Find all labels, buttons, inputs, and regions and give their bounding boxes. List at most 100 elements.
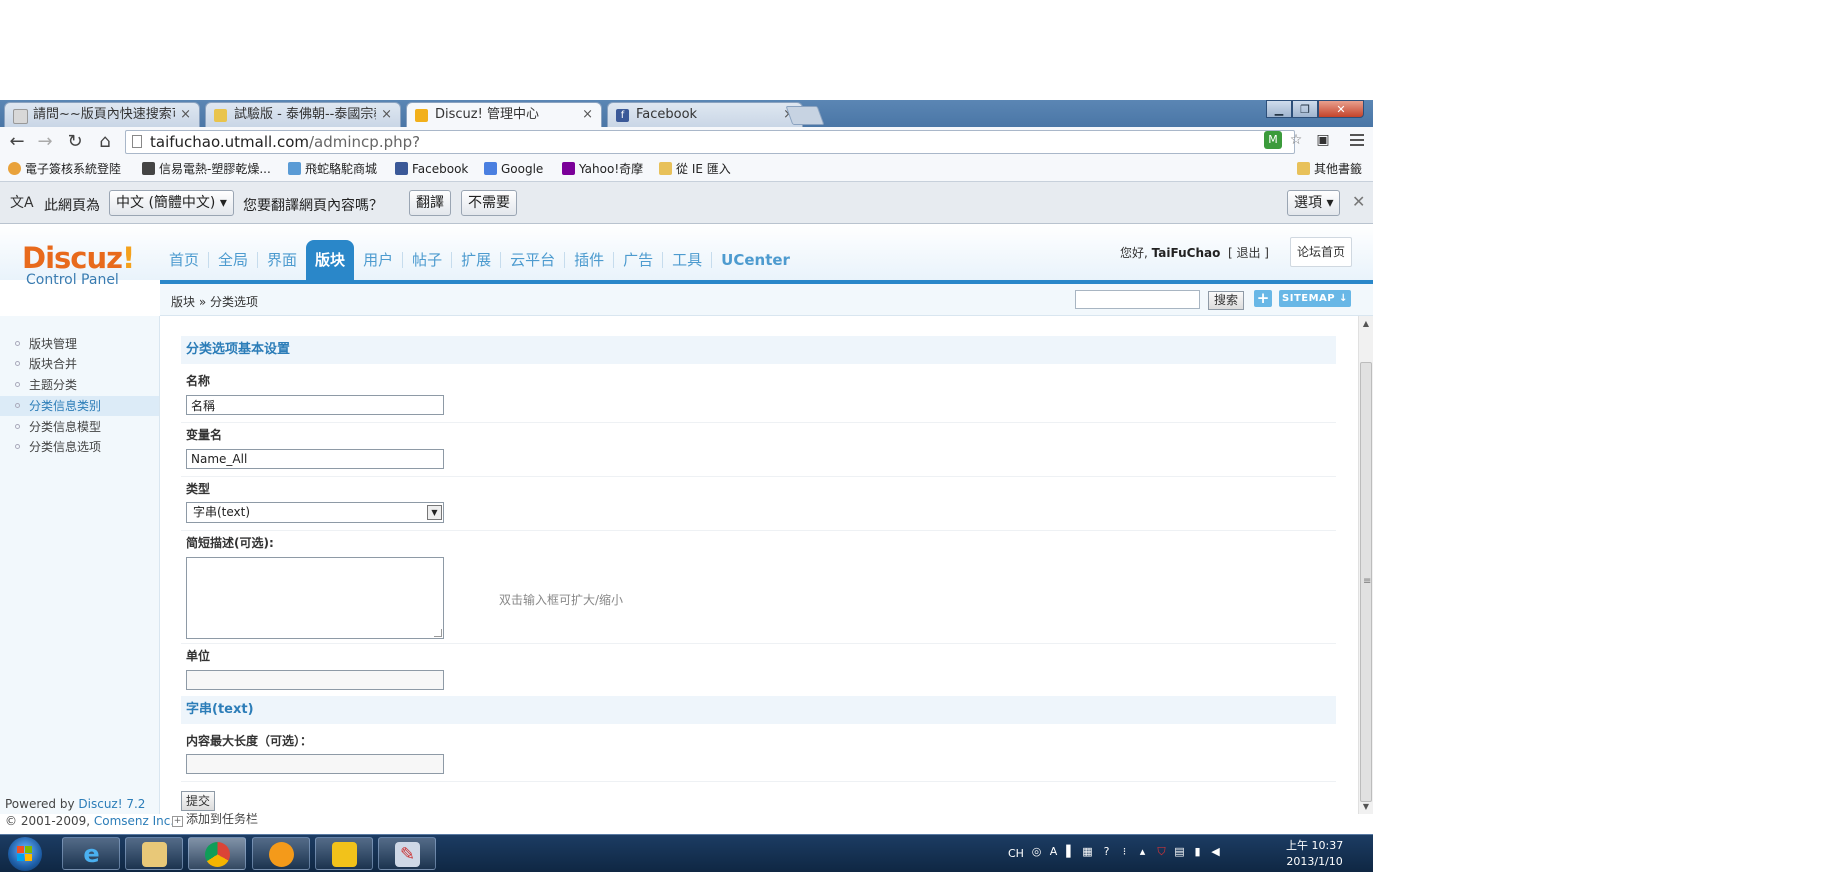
tab-close-icon[interactable]: ×: [180, 103, 191, 127]
home-icon[interactable]: ⌂: [94, 132, 116, 152]
nav-tools[interactable]: 工具: [663, 240, 711, 280]
menu-item-thread-types[interactable]: 主题分类: [0, 375, 159, 395]
close-translate-icon[interactable]: ✕: [1352, 192, 1365, 211]
nav-users[interactable]: 用户: [354, 240, 402, 280]
nav-forums[interactable]: 版块: [306, 240, 355, 280]
description-textarea[interactable]: [186, 557, 444, 639]
nav-ads[interactable]: 广告: [614, 240, 662, 280]
nav-plugins[interactable]: 插件: [565, 240, 613, 280]
discuz-logo[interactable]: Discuz! Control Panel: [22, 241, 135, 288]
nav-extensions[interactable]: 扩展: [452, 240, 500, 280]
taskbar-chrome[interactable]: [188, 837, 246, 870]
extension-icon[interactable]: M: [1264, 131, 1282, 149]
evernote-icon[interactable]: ▣: [1314, 131, 1332, 149]
taskbar-app-orange[interactable]: [252, 837, 310, 870]
chrome-icon: [205, 842, 230, 867]
ime-icon[interactable]: ◎: [1030, 845, 1043, 859]
folder-icon: [659, 162, 672, 175]
paint-icon: ✎: [395, 842, 420, 867]
search-input[interactable]: [1075, 290, 1200, 309]
type-select[interactable]: 字串(text) ▼: [186, 502, 444, 523]
device-icon[interactable]: ▤: [1173, 845, 1186, 859]
restore-icon[interactable]: ❐: [1292, 100, 1318, 118]
antivirus-icon[interactable]: ⛉: [1155, 845, 1168, 859]
nav-home[interactable]: 首页: [160, 240, 208, 280]
star-icon[interactable]: ☆: [1287, 131, 1305, 149]
ime-options-icon[interactable]: ⁝: [1118, 845, 1131, 859]
ime-width-icon[interactable]: ▌: [1064, 845, 1077, 859]
taskbar-app-yellow[interactable]: [315, 837, 373, 870]
bookmark-item[interactable]: Yahoo!奇摩: [562, 161, 643, 178]
sitemap-button[interactable]: SITEMAP ↓: [1279, 290, 1351, 307]
taskbar-ie[interactable]: e: [62, 837, 120, 870]
bookmark-folder[interactable]: 從 IE 匯入: [659, 161, 731, 178]
tab-trial-forum[interactable]: 試驗版 - 泰佛朝--泰國宗教... ×: [205, 102, 401, 127]
submit-button[interactable]: 提交: [181, 791, 215, 811]
language-select[interactable]: 中文 (簡體中文) ▾: [109, 190, 234, 216]
menu-item-info-category[interactable]: 分类信息类别: [0, 396, 159, 416]
tab-close-icon[interactable]: ×: [381, 103, 392, 127]
bookmark-item[interactable]: 信易電熱-塑膠乾燥...: [142, 161, 271, 178]
bookmark-item[interactable]: 電子簽核系統登陸: [8, 161, 121, 178]
volume-icon[interactable]: ◀: [1209, 845, 1222, 859]
scroll-up-icon[interactable]: ▲: [1359, 316, 1373, 331]
comsenz-link[interactable]: Comsenz Inc.: [94, 814, 174, 828]
nav-global[interactable]: 全局: [209, 240, 257, 280]
add-to-taskbar[interactable]: + 添加到任务栏: [172, 810, 258, 827]
username: TaiFuChao: [1151, 246, 1221, 260]
close-icon[interactable]: ✕: [1318, 100, 1364, 118]
bullet-icon: [15, 341, 20, 346]
tab-discuz-admin[interactable]: Discuz! 管理中心 ×: [406, 102, 602, 128]
nav-ucenter[interactable]: UCenter: [712, 240, 799, 280]
forum-home-button[interactable]: 论坛首页: [1290, 237, 1352, 267]
reload-icon[interactable]: ↻: [64, 132, 86, 152]
minimize-icon[interactable]: ▁: [1266, 100, 1292, 118]
logout-link[interactable]: [ 退出 ]: [1228, 246, 1269, 260]
ime-a-icon[interactable]: A: [1047, 845, 1060, 859]
address-bar[interactable]: taifuchao.utmall.com/admincp.php?: [125, 130, 1295, 154]
windows-logo-icon: [17, 846, 33, 862]
tab-facebook[interactable]: f Facebook ×: [607, 102, 803, 127]
ime-keyboard-icon[interactable]: ▦: [1081, 845, 1094, 859]
main-nav: 首页 全局 界面 版块 用户 帖子 扩展 云平台 插件 广告 工具 UCente…: [160, 240, 799, 280]
unit-input[interactable]: [186, 670, 444, 690]
menu-item-forum-manage[interactable]: 版块管理: [0, 334, 159, 354]
vertical-scrollbar[interactable]: ▲ ≡ ▼: [1358, 316, 1373, 814]
scroll-down-icon[interactable]: ▼: [1359, 799, 1373, 814]
menu-icon[interactable]: [1348, 131, 1366, 151]
nav-interface[interactable]: 界面: [258, 240, 306, 280]
network-icon[interactable]: ▮: [1191, 845, 1204, 859]
tab-close-icon[interactable]: ×: [582, 103, 593, 127]
nav-posts[interactable]: 帖子: [403, 240, 451, 280]
discuz-link[interactable]: Discuz! 7.2: [78, 797, 145, 811]
bookmark-item[interactable]: Facebook: [395, 161, 468, 178]
add-shortcut-icon[interactable]: +: [1254, 290, 1272, 307]
menu-item-forum-merge[interactable]: 版块合并: [0, 354, 159, 374]
tray-language[interactable]: CH: [1008, 847, 1024, 860]
menu-item-info-model[interactable]: 分类信息模型: [0, 417, 159, 437]
taskbar-paint[interactable]: ✎: [378, 837, 436, 870]
back-icon[interactable]: ←: [6, 132, 28, 152]
clock[interactable]: 上午 10:37 2013/1/10: [1286, 838, 1343, 870]
resize-grip-icon[interactable]: [434, 629, 442, 637]
tab-forum-question[interactable]: 請問~~版頁內快速搜索可... ×: [4, 102, 200, 127]
translate-button[interactable]: 翻譯: [409, 190, 451, 216]
help-icon[interactable]: ?: [1100, 845, 1113, 859]
taskbar-explorer[interactable]: [125, 837, 183, 870]
search-button[interactable]: 搜索: [1208, 291, 1244, 310]
show-hidden-icon[interactable]: ▴: [1136, 845, 1149, 859]
nav-cloud[interactable]: 云平台: [501, 240, 564, 280]
name-input[interactable]: [186, 395, 444, 415]
new-tab-button[interactable]: [785, 106, 825, 125]
variable-input[interactable]: [186, 449, 444, 469]
other-bookmarks[interactable]: 其他書籤: [1297, 161, 1362, 178]
forward-icon[interactable]: →: [34, 132, 56, 152]
start-button[interactable]: [8, 837, 42, 871]
no-translate-button[interactable]: 不需要: [461, 190, 517, 216]
plus-icon: +: [172, 816, 183, 827]
menu-item-info-options[interactable]: 分类信息选项: [0, 437, 159, 457]
options-button[interactable]: 選項 ▾: [1287, 190, 1341, 216]
bookmark-item[interactable]: 飛蛇駱駝商城: [288, 161, 377, 178]
max-length-input[interactable]: [186, 754, 444, 774]
bookmark-item[interactable]: Google: [484, 161, 543, 178]
